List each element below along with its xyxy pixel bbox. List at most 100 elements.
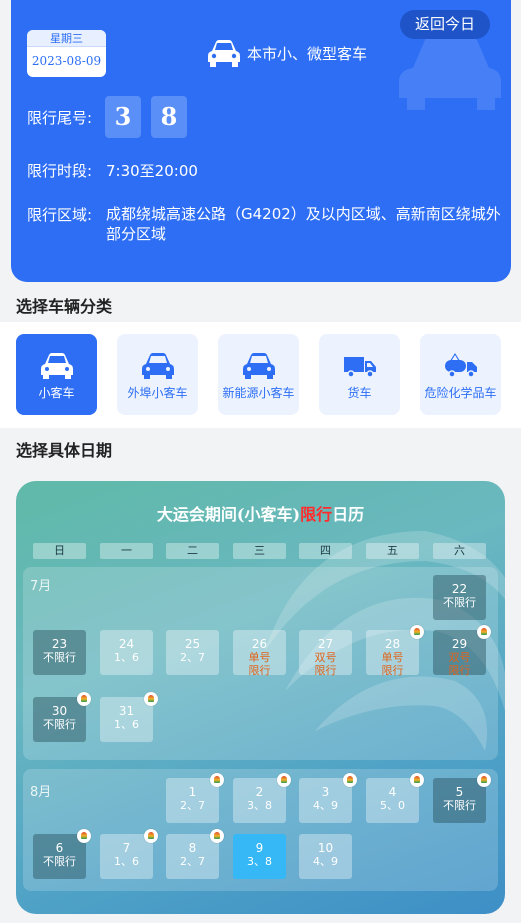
car-icon: [242, 353, 275, 379]
weekday-header-fri: 五: [366, 543, 419, 559]
universiade-logo-icon: [77, 829, 91, 843]
day-restriction-text: 双号 限行: [314, 651, 337, 677]
calendar-day[interactable]: 7 1、6: [100, 829, 158, 879]
universiade-logo-icon: [477, 773, 491, 787]
day-restriction-text: 4、9: [313, 855, 338, 868]
calendar-day[interactable]: 1 2、7: [166, 773, 224, 823]
universiade-logo-icon: [77, 692, 91, 706]
day-number: 30: [51, 704, 68, 718]
tail-number-label: 限行尾号:: [27, 109, 93, 127]
day-restriction-text: 不限行: [43, 855, 76, 868]
calendar-day[interactable]: 23 不限行: [33, 630, 86, 675]
vehicle-type: 本市小、微型客车: [207, 38, 367, 68]
car-icon: [141, 353, 174, 379]
weekday-header-mon: 一: [100, 543, 153, 559]
calendar-day[interactable]: 25 2、7: [166, 630, 219, 675]
universiade-logo-icon: [410, 773, 424, 787]
calendar-title-pre: 大运会期间(小客车): [156, 505, 301, 524]
universiade-logo-icon: [343, 773, 357, 787]
day-restriction-text: 5、0: [380, 799, 405, 812]
universiade-logo-icon: [144, 692, 158, 706]
area-label: 限行区域:: [27, 206, 93, 224]
category-truck[interactable]: 货车: [319, 334, 400, 415]
date-section-title: 选择具体日期: [16, 441, 113, 460]
time-label: 限行时段:: [27, 162, 93, 180]
car-watermark-icon: [399, 34, 501, 110]
truck-icon: [343, 357, 376, 378]
day-number: 27: [317, 637, 334, 651]
time-value: 7:30至20:00: [106, 162, 198, 180]
calendar-title: 大运会期间(小客车)限行日历: [16, 501, 505, 525]
day-number: 24: [118, 637, 135, 651]
calendar-day[interactable]: 28 单号 限行: [366, 625, 424, 677]
weekday-header-thu: 四: [299, 543, 352, 559]
day-restriction-text: 4、9: [313, 799, 338, 812]
day-restriction-text: 2、7: [180, 855, 205, 868]
day-number: 9: [255, 841, 264, 855]
day-restriction-text: 不限行: [443, 799, 476, 812]
universiade-logo-icon: [210, 829, 224, 843]
category-small-car[interactable]: 小客车: [16, 334, 97, 415]
day-number: 3: [321, 785, 330, 799]
day-number: 6: [55, 841, 64, 855]
day-number: 8: [188, 841, 197, 855]
weekday-header-tue: 二: [166, 543, 219, 559]
calendar-day[interactable]: 6 不限行: [33, 829, 91, 879]
day-number: 31: [118, 704, 135, 718]
calendar-day[interactable]: 22 不限行: [433, 575, 486, 620]
category-label: 外埠小客车: [127, 386, 188, 400]
calendar-day[interactable]: 2 3、8: [233, 773, 291, 823]
universiade-logo-icon: [477, 625, 491, 639]
day-restriction-text: 1、6: [114, 651, 139, 664]
weekday-header-wed: 三: [233, 543, 286, 559]
calendar-day[interactable]: 29 双号 限行: [433, 625, 491, 677]
back-today-button[interactable]: 返回今日: [400, 10, 490, 39]
category-label: 小客车: [38, 386, 75, 400]
day-number: 22: [451, 582, 468, 596]
tail-digit-1: 3: [105, 96, 141, 138]
calendar-day[interactable]: 5 不限行: [433, 773, 491, 823]
day-number: 23: [51, 637, 68, 651]
date-badge: 星期三 2023-08-09: [27, 30, 106, 77]
weekday-text: 星期三: [27, 30, 106, 47]
day-number: 28: [384, 637, 401, 651]
calendar-day[interactable]: 24 1、6: [100, 630, 153, 675]
day-restriction-text: 双号 限行: [448, 651, 471, 677]
day-restriction-text: 2、7: [180, 651, 205, 664]
day-restriction-text: 3、8: [247, 855, 272, 868]
day-number: 7: [122, 841, 131, 855]
calendar-day[interactable]: 4 5、0: [366, 773, 424, 823]
day-restriction-text: 不限行: [43, 651, 76, 664]
calendar-day[interactable]: 10 4、9: [299, 834, 352, 879]
day-restriction-text: 不限行: [443, 596, 476, 609]
day-restriction-text: 单号 限行: [381, 651, 404, 677]
day-restriction-text: 不限行: [43, 718, 76, 731]
universiade-logo-icon: [277, 773, 291, 787]
calendar-day[interactable]: 27 双号 限行: [299, 630, 352, 677]
calendar-day[interactable]: 30 不限行: [33, 692, 91, 742]
calendar-day[interactable]: 31 1、6: [100, 692, 158, 742]
category-nonlocal-car[interactable]: 外埠小客车: [117, 334, 198, 415]
car-icon: [208, 40, 240, 67]
day-restriction-text: 1、6: [114, 855, 139, 868]
universiade-logo-icon: [210, 773, 224, 787]
category-label: 货车: [347, 386, 372, 400]
weekday-header-sat: 六: [433, 543, 486, 559]
august-label: 8月: [30, 785, 52, 800]
calendar-day[interactable]: 26 单号 限行: [233, 630, 286, 677]
tail-digit-2: 8: [151, 96, 187, 138]
day-restriction-text: 1、6: [114, 718, 139, 731]
weekday-header-sun: 日: [33, 543, 86, 559]
calendar-day[interactable]: 8 2、7: [166, 829, 224, 879]
day-number: 2: [255, 785, 264, 799]
universiade-logo-icon: [410, 625, 424, 639]
calendar-day[interactable]: 9 3、8: [233, 834, 286, 879]
day-number: 10: [317, 841, 334, 855]
universiade-logo-icon: [144, 829, 158, 843]
day-number: 5: [455, 785, 464, 799]
calendar-title-highlight: 限行: [300, 505, 333, 524]
category-hazmat-truck[interactable]: 危险化学品车: [420, 334, 501, 415]
category-new-energy-car[interactable]: 新能源小客车: [218, 334, 299, 415]
vehicle-type-label: 本市小、微型客车: [247, 44, 368, 63]
calendar-day[interactable]: 3 4、9: [299, 773, 357, 823]
